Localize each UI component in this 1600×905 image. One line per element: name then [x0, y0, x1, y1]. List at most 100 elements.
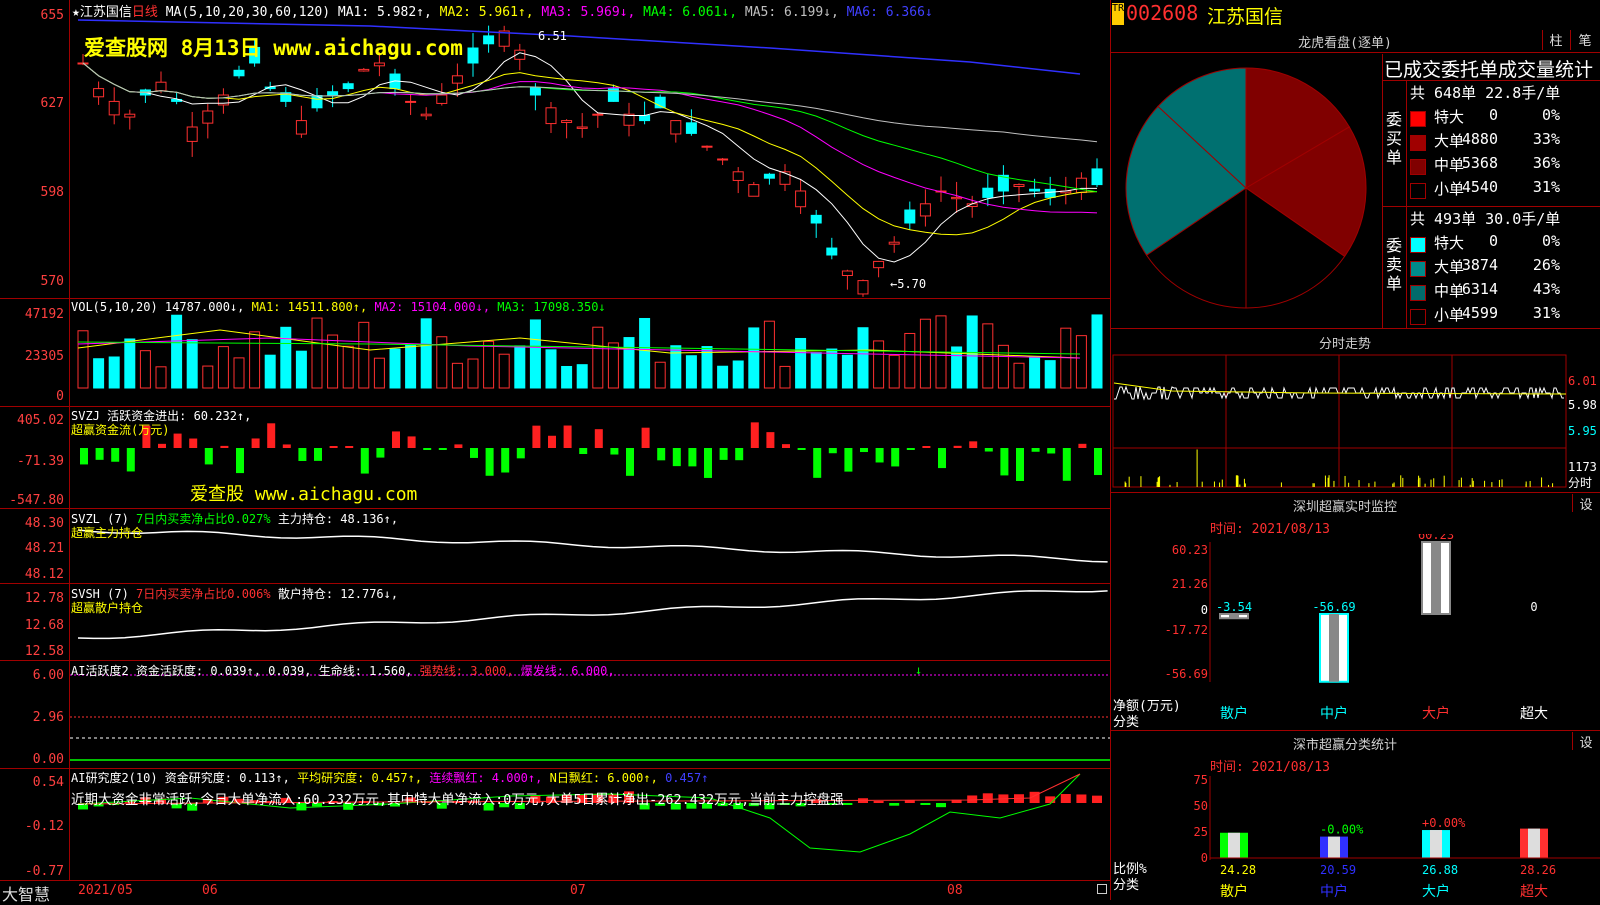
flow-bar [766, 432, 775, 448]
cls-change-label: -0.00% [1320, 823, 1364, 837]
svzl-ratio: 7日内买卖净占比0.027% [136, 512, 271, 526]
intraday-vol-tick: 1173 [1568, 460, 1597, 474]
bar-mode-button[interactable]: 柱 [1542, 30, 1569, 50]
candle-body [795, 190, 807, 208]
legend-pct: 0% [1541, 106, 1560, 124]
stock-name-right: 江苏国信 [1207, 6, 1284, 28]
volume-bar [124, 338, 136, 389]
volume-bar [295, 350, 307, 389]
ma4-value: MA4: 6.061↓, [643, 5, 738, 20]
volume-bar [311, 317, 323, 389]
volume-bar [514, 345, 526, 389]
flow-bar [953, 445, 962, 448]
volume-bar [623, 337, 635, 389]
candle-body [186, 126, 198, 142]
divider [1382, 54, 1383, 328]
candle-body [233, 69, 245, 77]
flow-bar [329, 446, 338, 448]
ai-research-axis-tick: -0.77 [24, 864, 64, 879]
svzl-hold: 主力持仓: 48.136↑, [277, 512, 399, 526]
watermark-text: 爱查股网 8月13日 www.aichagu.com [84, 36, 463, 60]
cls-bar-shade [1328, 836, 1340, 858]
flow-bar [1016, 448, 1024, 481]
flow-bar [813, 448, 822, 478]
candle-body [888, 241, 900, 245]
sz-category-label: 散户 [1220, 705, 1248, 722]
tr-badge-icon: TR [1112, 3, 1124, 25]
svsh-hold: 散户持仓: 12.776↓, [277, 587, 399, 601]
volume-bar [795, 337, 807, 389]
flow-bar [610, 448, 619, 455]
cls-category-label: 大户 [1422, 883, 1450, 900]
sz-monitor-title: 深圳超赢实时监控 [1292, 500, 1397, 515]
sz-category-label: 中户 [1320, 705, 1348, 722]
vol-ma2: MA2: 15104.000↓, [374, 300, 491, 314]
lock-icon[interactable] [1097, 884, 1107, 894]
flow-bar [1078, 443, 1087, 448]
volume-bar [217, 346, 229, 389]
volume-chart[interactable] [70, 298, 1110, 406]
flow-bar [423, 448, 432, 450]
research-bar [967, 795, 978, 803]
volume-bar [1013, 362, 1025, 389]
flow-bar [360, 448, 369, 474]
cls-xlabel: 分类 [1113, 878, 1140, 893]
cls-title: 深市超赢分类统计 [1292, 738, 1397, 753]
period-label[interactable]: 日线 [132, 5, 158, 20]
flow-bar [189, 438, 198, 448]
flow-bar [220, 445, 229, 448]
stock-name: 江苏国信 [79, 5, 132, 20]
cls-category-label: 超大 [1520, 884, 1548, 900]
svzl-subtitle: 超赢主力持仓 [71, 526, 144, 540]
main-holding-line [77, 529, 1108, 563]
vol-axis-tick: 47192 [24, 307, 64, 322]
intraday-axis-tick: 6.01 [1568, 374, 1597, 388]
price-axis-tick: 627 [40, 96, 64, 111]
volume-bar [405, 344, 417, 389]
cls-chart: 75 50 25 0 24.28 散户 20.59 -0.00% 中户 26.88 +0.00% 大户… [1194, 773, 1600, 900]
sz-axis-tick: 60.23 [1172, 543, 1208, 557]
ai-strong-line: 强势线: 3.000, [419, 664, 514, 678]
ma1-value: MA1: 5.982↑, [337, 5, 432, 20]
tick-mode-button[interactable]: 笔 [1570, 30, 1599, 50]
volume-bar [592, 326, 604, 389]
flow-bar [688, 448, 697, 467]
cls-axis-tick: 50 [1194, 799, 1208, 813]
cls-axis-tick: 25 [1194, 825, 1208, 839]
legend-swatch [1410, 183, 1426, 199]
flow-bar [1000, 448, 1009, 476]
svzj-subtitle: 超赢资金流(万元) [71, 423, 170, 437]
right-panel-divider [1110, 0, 1111, 900]
ai-active-title: AI活跃度2 资金活跃度: 0.039↑, 0.039, 生命线: 1.560, [71, 664, 413, 678]
sz-settings-button[interactable]: 设 [1572, 494, 1599, 513]
ai-research-desc: 近期大资金非常活跃,今日大单净流入:60.232万元,其中特大单净流入:0万元,… [71, 792, 844, 808]
flow-bar [1062, 448, 1071, 481]
candle-body [124, 113, 136, 118]
ma5-value: MA5: 6.199↓, [744, 5, 839, 20]
flow-bar [891, 448, 900, 467]
intraday-chart[interactable] [1112, 353, 1600, 491]
candle-body [420, 113, 432, 117]
candle-body [576, 126, 588, 129]
candle-body [857, 280, 869, 295]
flow-bar [470, 448, 478, 458]
ai-burst-line: 爆发线: 6.000, [520, 664, 615, 678]
legend-swatch [1410, 159, 1426, 175]
ma2-value: MA2: 5.961↑, [439, 5, 534, 20]
flow-bar [906, 448, 915, 450]
low-price-label: ←5.70 [890, 277, 927, 291]
volume-bar [233, 357, 245, 389]
volume-bar [155, 366, 167, 389]
research-bar [904, 800, 915, 803]
candle-body [295, 120, 307, 135]
ai-research-axis-tick: 0.54 [32, 775, 64, 790]
flow-bar [501, 448, 510, 473]
sz-category-label: 大户 [1422, 705, 1450, 722]
svsh-subtitle: 超赢散户持仓 [71, 601, 144, 615]
favorite-star-icon[interactable]: ★ [72, 5, 80, 20]
cls-settings-button[interactable]: 设 [1572, 732, 1599, 751]
legend-vol: 6314 [1461, 280, 1498, 298]
ai-research-cont: 连续飘红: 4.000↑, [429, 771, 543, 785]
volume-bar [529, 319, 541, 389]
flow-bar [376, 448, 385, 458]
